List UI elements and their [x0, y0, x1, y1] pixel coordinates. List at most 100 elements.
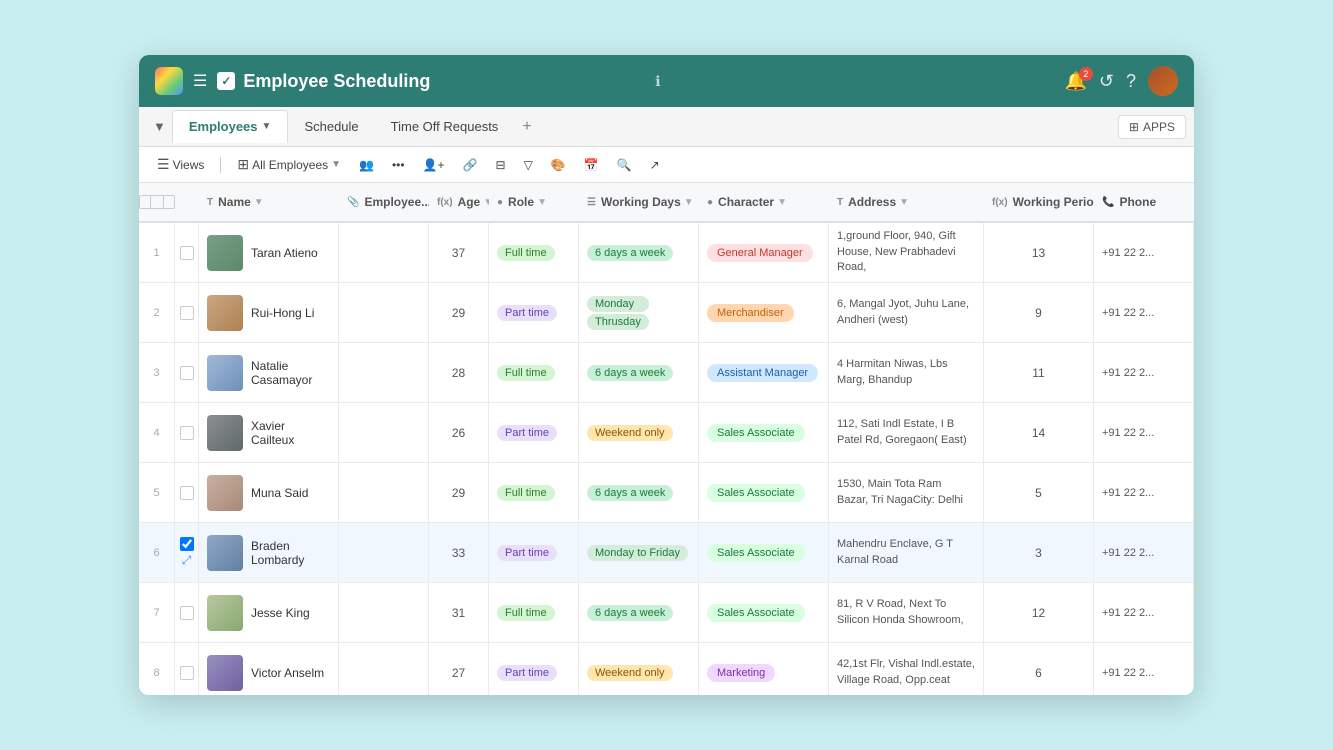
table-row[interactable]: 3 Natalie Casamayor 28 Full time 6 days … — [139, 343, 1194, 403]
col-header-employee[interactable]: 📎 Employee... ▼ — [339, 195, 429, 209]
share-button[interactable]: ↗ — [644, 155, 666, 175]
employee-id-cell[interactable] — [339, 283, 429, 342]
tab-collapse-button[interactable]: ▼ — [147, 115, 172, 138]
col-working-sort[interactable]: ▼ — [684, 197, 694, 208]
search-button[interactable]: 🔍 — [611, 155, 638, 175]
employee-id-cell[interactable] — [339, 523, 429, 582]
row-checkbox[interactable] — [180, 486, 194, 500]
working-days-cell[interactable]: Monday to Friday — [579, 523, 699, 582]
calendar-button[interactable]: 📅 — [578, 155, 605, 175]
apps-button[interactable]: ⊞ APPS — [1118, 115, 1186, 139]
employee-name-cell[interactable]: Muna Said — [199, 463, 339, 522]
tab-employees-dropdown[interactable]: ▼ — [262, 121, 272, 132]
views-icon: ☰ — [157, 156, 170, 173]
col-name-sort[interactable]: ▼ — [254, 197, 264, 208]
col-header-age[interactable]: f(x) Age ▼ — [429, 195, 489, 209]
col-addr-sort[interactable]: ▼ — [899, 197, 909, 208]
tab-time-off[interactable]: Time Off Requests — [375, 111, 515, 142]
role-cell[interactable]: Full time — [489, 223, 579, 282]
table-row[interactable]: 5 Muna Said 29 Full time 6 days a week S… — [139, 463, 1194, 523]
role-cell[interactable]: Full time — [489, 343, 579, 402]
table-row[interactable]: 2 Rui-Hong Li 29 Part time MondayThrusda… — [139, 283, 1194, 343]
employee-id-cell[interactable] — [339, 583, 429, 642]
employee-name-cell[interactable]: Natalie Casamayor — [199, 343, 339, 402]
character-cell[interactable]: Sales Associate — [699, 583, 829, 642]
tab-employees[interactable]: Employees ▼ — [172, 110, 289, 143]
col-role-sort[interactable]: ▼ — [537, 197, 547, 208]
character-cell[interactable]: Merchandiser — [699, 283, 829, 342]
row-checkbox[interactable] — [180, 366, 194, 380]
info-icon[interactable]: ℹ — [655, 73, 660, 90]
table-row[interactable]: 1 Taran Atieno 37 Full time 6 days a wee… — [139, 223, 1194, 283]
working-days-cell[interactable]: MondayThrusday — [579, 283, 699, 342]
all-employees-button[interactable]: ⊞ All Employees ▼ — [231, 153, 347, 176]
more-button[interactable]: ••• — [386, 155, 411, 175]
employee-id-cell[interactable] — [339, 643, 429, 695]
row-checkbox[interactable] — [180, 666, 194, 680]
row-checkbox[interactable] — [180, 426, 194, 440]
character-cell[interactable]: General Manager — [699, 223, 829, 282]
employee-id-cell[interactable] — [339, 343, 429, 402]
history-icon[interactable]: ↺ — [1099, 71, 1114, 92]
col-header-address[interactable]: T Address ▼ — [829, 195, 984, 209]
table-row[interactable]: 8 Victor Anselm 27 Part time Weekend onl… — [139, 643, 1194, 695]
col-char-sort[interactable]: ▼ — [777, 197, 787, 208]
avatar[interactable] — [1148, 66, 1178, 96]
select-all-checkbox[interactable] — [139, 195, 175, 209]
role-cell[interactable]: Part time — [489, 403, 579, 462]
character-cell[interactable]: Sales Associate — [699, 403, 829, 462]
expand-icon[interactable]: ⤢ — [182, 553, 192, 568]
col-header-phone[interactable]: 📞 Phone — [1094, 195, 1194, 209]
employee-id-cell[interactable] — [339, 223, 429, 282]
views-button[interactable]: ☰ Views — [151, 153, 210, 176]
working-days-cell[interactable]: Weekend only — [579, 643, 699, 695]
group-button[interactable]: 👤+ — [417, 155, 451, 175]
row-checkbox[interactable] — [180, 246, 194, 260]
character-cell[interactable]: Assistant Manager — [699, 343, 829, 402]
working-days-cell[interactable]: 6 days a week — [579, 223, 699, 282]
employee-id-cell[interactable] — [339, 463, 429, 522]
role-cell[interactable]: Part time — [489, 283, 579, 342]
working-days-cell[interactable]: Weekend only — [579, 403, 699, 462]
employee-name-cell[interactable]: Xavier Cailteux — [199, 403, 339, 462]
table-row[interactable]: 4 Xavier Cailteux 26 Part time Weekend o… — [139, 403, 1194, 463]
col-header-working-period[interactable]: f(x) Working Period ▼ — [984, 195, 1094, 209]
table-row[interactable]: 6 ⤢ Braden Lombardy 33 Part time Monday … — [139, 523, 1194, 583]
filter-button[interactable]: ▽ — [518, 155, 539, 175]
employee-name-cell[interactable]: Braden Lombardy — [199, 523, 339, 582]
employee-name-cell[interactable]: Rui-Hong Li — [199, 283, 339, 342]
working-days-cell[interactable]: 6 days a week — [579, 583, 699, 642]
table-row[interactable]: 7 Jesse King 31 Full time 6 days a week … — [139, 583, 1194, 643]
row-checkbox[interactable] — [180, 606, 194, 620]
character-cell[interactable]: Sales Associate — [699, 463, 829, 522]
role-cell[interactable]: Part time — [489, 523, 579, 582]
working-days-cell[interactable]: 6 days a week — [579, 463, 699, 522]
notification-button[interactable]: 🔔 2 — [1064, 71, 1086, 92]
role-cell[interactable]: Part time — [489, 643, 579, 695]
employee-name-cell[interactable]: Victor Anselm — [199, 643, 339, 695]
menu-icon[interactable]: ☰ — [193, 71, 207, 91]
link-button[interactable]: 🔗 — [457, 155, 484, 175]
row-checkbox[interactable] — [180, 306, 194, 320]
character-cell[interactable]: Marketing — [699, 643, 829, 695]
col-header-character[interactable]: ● Character ▼ — [699, 195, 829, 209]
age-cell: 29 — [429, 283, 489, 342]
role-cell[interactable]: Full time — [489, 583, 579, 642]
role-cell[interactable]: Full time — [489, 463, 579, 522]
employee-name-cell[interactable]: Jesse King — [199, 583, 339, 642]
employee-id-cell[interactable] — [339, 403, 429, 462]
col-header-name[interactable]: T Name ▼ — [199, 195, 339, 209]
layout-button[interactable]: ⊟ — [490, 155, 512, 175]
working-days-cell[interactable]: 6 days a week — [579, 343, 699, 402]
row-checkbox[interactable] — [180, 537, 194, 551]
all-employees-dropdown[interactable]: ▼ — [331, 159, 341, 170]
people-icon-button[interactable]: 👥 — [353, 155, 380, 175]
employee-name-cell[interactable]: Taran Atieno — [199, 223, 339, 282]
help-icon[interactable]: ? — [1126, 71, 1136, 92]
col-header-role[interactable]: ● Role ▼ — [489, 195, 579, 209]
col-header-working-days[interactable]: ☰ Working Days ▼ — [579, 195, 699, 209]
character-cell[interactable]: Sales Associate — [699, 523, 829, 582]
color-button[interactable]: 🎨 — [545, 155, 572, 175]
tab-add-button[interactable]: + — [518, 114, 535, 140]
tab-schedule[interactable]: Schedule — [288, 111, 374, 142]
